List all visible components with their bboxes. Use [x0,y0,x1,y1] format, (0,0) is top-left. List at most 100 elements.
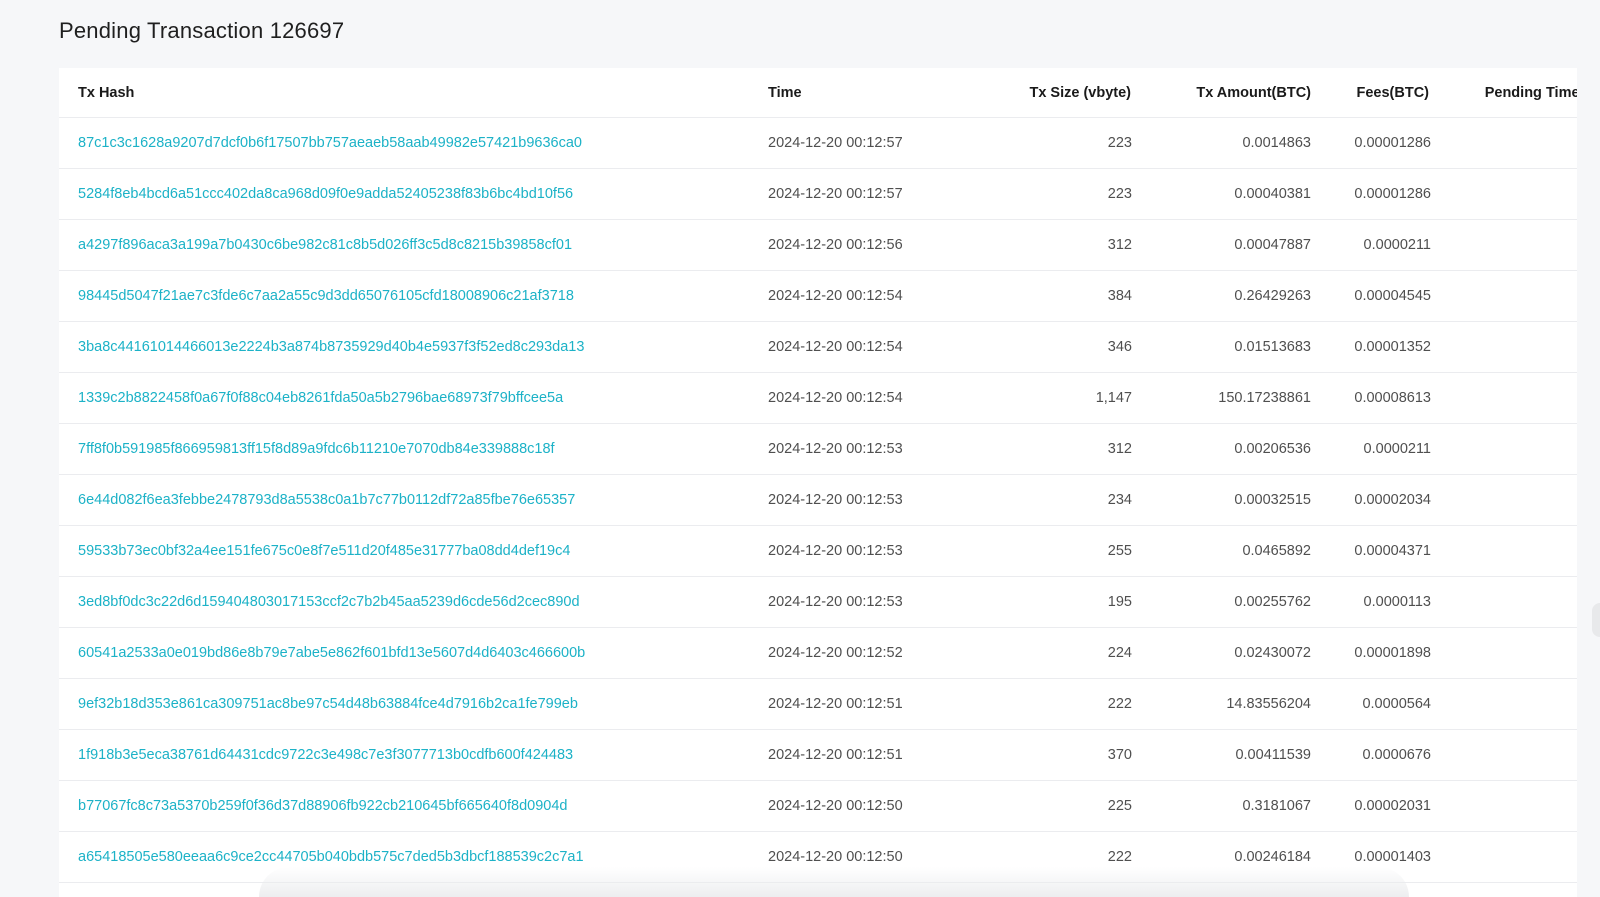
tx-hash-cell: 3ba8c44161014466013e2224b3a874b8735929d4… [78,322,738,372]
tx-hash-cell: 5284f8eb4bcd6a51ccc402da8ca968d09f0e9add… [78,169,738,219]
tx-hash-link[interactable]: 60541a2533a0e019bd86e8b79e7abe5e862f601b… [78,645,585,661]
time-cell: 2024-12-20 00:12:53 [768,441,903,457]
tx-hash-cell: 87c1c3c1628a9207d7dcf0b6f17507bb757aeaeb… [78,118,738,168]
tx-amount-cell: 0.00411539 [1235,747,1311,763]
column-header-pending-time: Pending Time (min) [1484,84,1577,101]
time-cell: 2024-12-20 00:12:53 [768,492,903,508]
column-header-time: Time [768,84,802,101]
tx-hash-link[interactable]: 3ed8bf0dc3c22d6d159404803017153ccf2c7b2b… [78,594,580,610]
tx-hash-cell: 59533b73ec0bf32a4ee151fe675c0e8f7e511d20… [78,526,738,576]
tx-hash-cell: a65418505e580eeaa6c9ce2cc44705b040bdb575… [78,832,738,882]
tx-amount-cell: 0.00246184 [1234,849,1311,865]
tx-hash-cell: 6e44d082f6ea3febbe2478793d8a5538c0a1b7c7… [78,475,738,525]
tx-size-cell: 222 [1107,696,1132,712]
fees-cell: 0.0000211 [1363,237,1431,253]
tx-size-cell: 255 [1107,543,1132,559]
time-cell: 2024-12-20 00:12:57 [768,186,903,202]
tx-hash-link[interactable]: 9ef32b18d353e861ca309751ac8be97c54d48b63… [78,696,578,712]
pending-time-cell: 0.0 [1439,577,1577,627]
fees-cell: 0.0000113 [1363,594,1431,610]
time-cell: 2024-12-20 00:12:52 [768,645,903,661]
table-row: 60541a2533a0e019bd86e8b79e7abe5e862f601b… [59,628,1577,679]
tx-hash-cell: a4297f896aca3a199a7b0430c6be982c81c8b5d0… [78,220,738,270]
table-row: 1f918b3e5eca38761d64431cdc9722c3e498c7e3… [59,730,1577,781]
table-row: 6e44d082f6ea3febbe2478793d8a5538c0a1b7c7… [59,475,1577,526]
table-row: 98445d5047f21ae7c3fde6c7aa2a55c9d3dd6507… [59,271,1577,322]
pending-time-cell: 0.0 [1439,781,1577,831]
tx-hash-link[interactable]: a65418505e580eeaa6c9ce2cc44705b040bdb575… [78,849,584,865]
tx-size-cell: 312 [1107,237,1132,253]
table-row: b77067fc8c73a5370b259f0f36d37d88906fb922… [59,781,1577,832]
tx-size-cell: 224 [1107,645,1132,661]
pending-time-cell: 0.0 [1439,832,1577,882]
fees-cell: 0.00002034 [1354,492,1431,508]
column-header-tx-amount: Tx Amount(BTC) [1196,84,1311,101]
tx-hash-link[interactable]: 87c1c3c1628a9207d7dcf0b6f17507bb757aeaeb… [78,135,582,151]
time-cell: 2024-12-20 00:12:50 [768,798,903,814]
page-title: Pending Transaction 126697 [59,18,345,43]
time-cell: 2024-12-20 00:12:50 [768,849,903,865]
tx-hash-cell: 98445d5047f21ae7c3fde6c7aa2a55c9d3dd6507… [78,271,738,321]
table-row: a65418505e580eeaa6c9ce2cc44705b040bdb575… [59,832,1577,883]
time-cell: 2024-12-20 00:12:51 [768,696,903,712]
column-header-tx-size: Tx Size (vbyte) [1029,84,1131,101]
tx-hash-link[interactable]: a4297f896aca3a199a7b0430c6be982c81c8b5d0… [78,237,572,253]
fees-cell: 0.00001403 [1354,849,1431,865]
pending-time-cell: 0.0 [1439,271,1577,321]
tx-size-cell: 195 [1107,594,1132,610]
tx-hash-cell: 60541a2533a0e019bd86e8b79e7abe5e862f601b… [78,628,738,678]
fees-cell: 0.0000676 [1362,747,1431,763]
tx-hash-link[interactable]: 7ff8f0b591985f866959813ff15f8d89a9fdc6b1… [78,441,555,457]
page: Pending Transaction 126697 Tx Hash Time … [0,0,1600,897]
pending-time-cell: 0.0 [1439,373,1577,423]
fees-cell: 0.00001898 [1354,645,1431,661]
tx-size-cell: 384 [1107,288,1132,304]
fees-cell: 0.00004371 [1354,543,1431,559]
tx-amount-cell: 150.17238861 [1218,390,1311,406]
tx-hash-link[interactable]: 98445d5047f21ae7c3fde6c7aa2a55c9d3dd6507… [78,288,574,304]
table-row: 1339c2b8822458f0a67f0f88c04eb8261fda50a5… [59,373,1577,424]
fees-cell: 0.00001286 [1354,186,1431,202]
tx-hash-link[interactable]: 3ba8c44161014466013e2224b3a874b8735929d4… [78,339,584,355]
tx-amount-cell: 14.83556204 [1226,696,1311,712]
table-row: 5284f8eb4bcd6a51ccc402da8ca968d09f0e9add… [59,169,1577,220]
pending-time-cell: 0.0 [1439,475,1577,525]
table-row: a4297f896aca3a199a7b0430c6be982c81c8b5d0… [59,220,1577,271]
time-cell: 2024-12-20 00:12:53 [768,594,903,610]
fees-cell: 0.00002031 [1354,798,1431,814]
tx-size-cell: 225 [1107,798,1132,814]
tx-amount-cell: 0.0465892 [1242,543,1311,559]
fees-cell: 0.00004545 [1354,288,1431,304]
tx-amount-cell: 0.26429263 [1234,288,1311,304]
pending-time-cell: 0.0 [1439,730,1577,780]
column-header-tx-hash: Tx Hash [78,84,135,101]
table-header-row: Tx Hash Time Tx Size (vbyte) Tx Amount(B… [59,68,1577,118]
tx-hash-link[interactable]: 1339c2b8822458f0a67f0f88c04eb8261fda50a5… [78,390,563,406]
fees-cell: 0.0000564 [1362,696,1431,712]
tx-hash-link[interactable]: 59533b73ec0bf32a4ee151fe675c0e8f7e511d20… [78,543,570,559]
tx-hash-link[interactable]: 1f918b3e5eca38761d64431cdc9722c3e498c7e3… [78,747,573,763]
tx-amount-cell: 0.01513683 [1234,339,1311,355]
time-cell: 2024-12-20 00:12:57 [768,135,903,151]
tx-amount-cell: 0.02430072 [1234,645,1311,661]
table-row: 3ba8c44161014466013e2224b3a874b8735929d4… [59,322,1577,373]
time-cell: 2024-12-20 00:12:51 [768,747,903,763]
tx-hash-cell: 3ed8bf0dc3c22d6d159404803017153ccf2c7b2b… [78,577,738,627]
table-row: 59533b73ec0bf32a4ee151fe675c0e8f7e511d20… [59,526,1577,577]
tx-size-cell: 222 [1107,849,1132,865]
tx-amount-cell: 0.00040381 [1234,186,1311,202]
tx-size-cell: 346 [1107,339,1132,355]
tx-size-cell: 234 [1107,492,1132,508]
tx-hash-cell: 7ff8f0b591985f866959813ff15f8d89a9fdc6b1… [78,424,738,474]
fees-cell: 0.00001352 [1354,339,1431,355]
tx-amount-cell: 0.00255762 [1234,594,1311,610]
tx-amount-cell: 0.3181067 [1242,798,1311,814]
column-header-fees: Fees(BTC) [1356,84,1429,101]
tx-hash-link[interactable]: 5284f8eb4bcd6a51ccc402da8ca968d09f0e9add… [78,186,573,202]
pending-time-cell: 0.0 [1439,628,1577,678]
scroll-handle[interactable] [1592,603,1600,637]
pending-time-cell: 0.0 [1439,169,1577,219]
tx-hash-link[interactable]: 6e44d082f6ea3febbe2478793d8a5538c0a1b7c7… [78,492,575,508]
tx-hash-link[interactable]: b77067fc8c73a5370b259f0f36d37d88906fb922… [78,798,567,814]
tx-amount-cell: 0.00206536 [1234,441,1311,457]
